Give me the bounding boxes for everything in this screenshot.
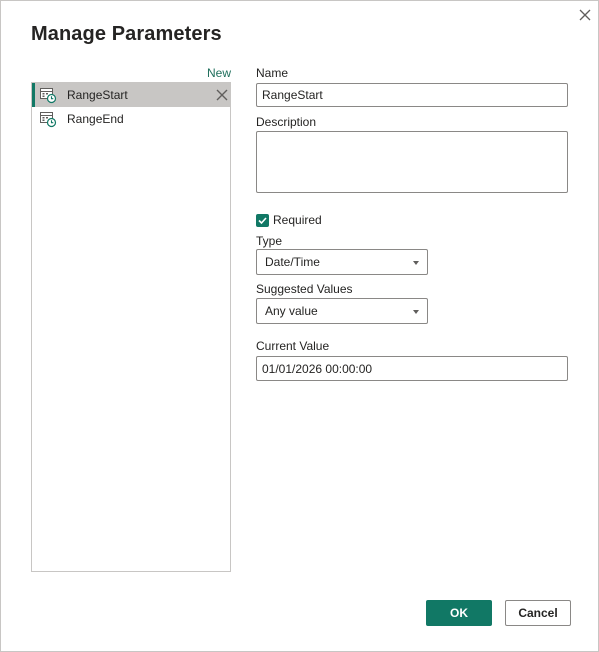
list-item-label: RangeStart xyxy=(67,88,128,102)
new-parameter-link[interactable]: New xyxy=(207,66,231,80)
list-item-label: RangeEnd xyxy=(67,112,124,126)
chevron-down-icon xyxy=(413,310,419,314)
dialog-title: Manage Parameters xyxy=(31,23,222,45)
name-label: Name xyxy=(256,66,289,80)
close-icon[interactable] xyxy=(577,7,593,23)
type-select-value: Date/Time xyxy=(265,255,320,269)
suggested-values-select-value: Any value xyxy=(265,304,318,318)
parameter-list: RangeStart RangeEnd xyxy=(31,82,231,572)
current-value-label: Current Value xyxy=(256,339,330,353)
required-label: Required xyxy=(273,213,322,227)
current-value-field[interactable]: 01/01/2026 00:00:00 xyxy=(256,356,568,381)
type-label: Type xyxy=(256,234,283,248)
suggested-values-label: Suggested Values xyxy=(256,282,353,296)
parameter-datetime-icon xyxy=(40,112,57,128)
list-item-rangeend[interactable]: RangeEnd xyxy=(32,107,230,131)
type-select[interactable]: Date/Time xyxy=(256,249,428,275)
parameter-datetime-icon xyxy=(40,88,57,104)
checkmark-icon xyxy=(258,217,267,225)
chevron-down-icon xyxy=(413,261,419,265)
name-field[interactable]: RangeStart xyxy=(256,83,568,107)
description-label: Description xyxy=(256,115,317,129)
ok-button[interactable]: OK xyxy=(426,600,492,626)
list-item-rangestart[interactable]: RangeStart xyxy=(32,83,230,107)
delete-parameter-icon[interactable] xyxy=(215,88,229,102)
required-checkbox[interactable] xyxy=(256,214,269,227)
cancel-button[interactable]: Cancel xyxy=(505,600,571,626)
description-field[interactable] xyxy=(256,131,568,193)
suggested-values-select[interactable]: Any value xyxy=(256,298,428,324)
manage-parameters-dialog: Manage Parameters New RangeStart RangeEn… xyxy=(0,0,599,652)
